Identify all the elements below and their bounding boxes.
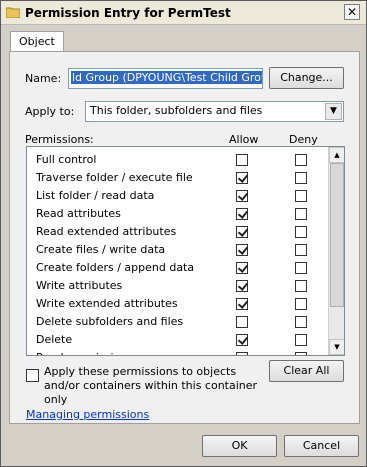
- permission-label: List folder / read data: [36, 189, 155, 202]
- change-button[interactable]: Change...: [269, 67, 344, 89]
- deny-checkbox[interactable]: [295, 262, 307, 274]
- apply-to-value: This folder, subfolders and files: [90, 104, 263, 117]
- permission-label: Delete: [36, 333, 73, 346]
- scroll-up-icon[interactable]: ▲: [329, 147, 344, 163]
- allow-checkbox[interactable]: [236, 316, 248, 328]
- permission-row[interactable]: Read extended attributes: [27, 223, 328, 241]
- deny-checkbox[interactable]: [295, 190, 307, 202]
- apply-children-checkbox[interactable]: [26, 369, 39, 382]
- name-label: Name:: [25, 72, 62, 85]
- deny-header: Deny: [289, 133, 318, 146]
- allow-checkbox[interactable]: [236, 190, 248, 202]
- deny-checkbox[interactable]: [295, 334, 307, 346]
- title-bar: Permission Entry for PermTest ✕: [1, 1, 366, 25]
- permission-label: Read attributes: [36, 207, 121, 220]
- allow-checkbox[interactable]: [236, 262, 248, 274]
- deny-checkbox[interactable]: [295, 172, 307, 184]
- tab-object[interactable]: Object: [10, 31, 64, 52]
- permission-row[interactable]: Delete subfolders and files: [27, 313, 328, 331]
- window-title: Permission Entry for PermTest: [25, 6, 231, 20]
- permissions-list[interactable]: Read permissions Delete Delete subfolders …: [26, 146, 345, 356]
- allow-checkbox[interactable]: [236, 298, 248, 310]
- permission-row[interactable]: Full control: [27, 151, 328, 169]
- deny-checkbox[interactable]: [295, 352, 307, 355]
- deny-checkbox[interactable]: [295, 154, 307, 166]
- apply-to-label: Apply to:: [25, 105, 75, 118]
- permission-row[interactable]: Create files / write data: [27, 241, 328, 259]
- chevron-down-icon[interactable]: ▼: [325, 103, 342, 120]
- permission-row[interactable]: Read attributes: [27, 205, 328, 223]
- apply-to-select[interactable]: This folder, subfolders and files ▼: [85, 101, 344, 122]
- deny-checkbox[interactable]: [295, 208, 307, 220]
- name-value: ld Group (DPYOUNG\Test Child Group): [71, 71, 262, 84]
- allow-checkbox[interactable]: [236, 280, 248, 292]
- permission-row[interactable]: Write attributes: [27, 277, 328, 295]
- permission-row[interactable]: Read permissions: [27, 349, 328, 355]
- scroll-down-icon[interactable]: ▼: [329, 339, 344, 355]
- allow-checkbox[interactable]: [236, 208, 248, 220]
- name-field[interactable]: ld Group (DPYOUNG\Test Child Group): [68, 68, 263, 89]
- permission-label: Full control: [36, 153, 97, 166]
- scroll-thumb[interactable]: [330, 163, 344, 307]
- permission-row[interactable]: Write extended attributes: [27, 295, 328, 313]
- deny-checkbox[interactable]: [295, 298, 307, 310]
- allow-header: Allow: [229, 133, 259, 146]
- allow-checkbox[interactable]: [236, 352, 248, 355]
- permission-label: Traverse folder / execute file: [36, 171, 193, 184]
- deny-checkbox[interactable]: [295, 244, 307, 256]
- permission-entry-dialog: Permission Entry for PermTest ✕ Object N…: [0, 0, 367, 467]
- permission-row[interactable]: Delete: [27, 331, 328, 349]
- permission-label: Read extended attributes: [36, 225, 177, 238]
- close-button[interactable]: ✕: [344, 4, 360, 20]
- allow-checkbox[interactable]: [236, 154, 248, 166]
- deny-checkbox[interactable]: [295, 226, 307, 238]
- allow-checkbox[interactable]: [236, 226, 248, 238]
- folder-icon: [6, 7, 20, 18]
- permission-label: Create files / write data: [36, 243, 166, 256]
- allow-checkbox[interactable]: [236, 172, 248, 184]
- allow-checkbox[interactable]: [236, 334, 248, 346]
- permission-row[interactable]: Create folders / append data: [27, 259, 328, 277]
- permission-label: Delete subfolders and files: [36, 315, 184, 328]
- clear-all-button[interactable]: Clear All: [269, 360, 344, 382]
- permissions-label: Permissions:: [25, 133, 94, 146]
- permission-row[interactable]: Traverse folder / execute file: [27, 169, 328, 187]
- deny-checkbox[interactable]: [295, 316, 307, 328]
- permissions-scrollbar[interactable]: ▲ ▼: [328, 147, 344, 355]
- permission-label: Write extended attributes: [36, 297, 178, 310]
- ok-button[interactable]: OK: [202, 435, 277, 457]
- allow-checkbox[interactable]: [236, 244, 248, 256]
- deny-checkbox[interactable]: [295, 280, 307, 292]
- permission-label: Create folders / append data: [36, 261, 195, 274]
- permission-row[interactable]: List folder / read data: [27, 187, 328, 205]
- managing-permissions-link[interactable]: Managing permissions: [26, 408, 149, 421]
- permission-label: Write attributes: [36, 279, 123, 292]
- permission-label: Read permissions: [36, 351, 133, 355]
- cancel-button[interactable]: Cancel: [284, 435, 359, 457]
- apply-children-label: Apply these permissions to objects and/o…: [44, 365, 258, 406]
